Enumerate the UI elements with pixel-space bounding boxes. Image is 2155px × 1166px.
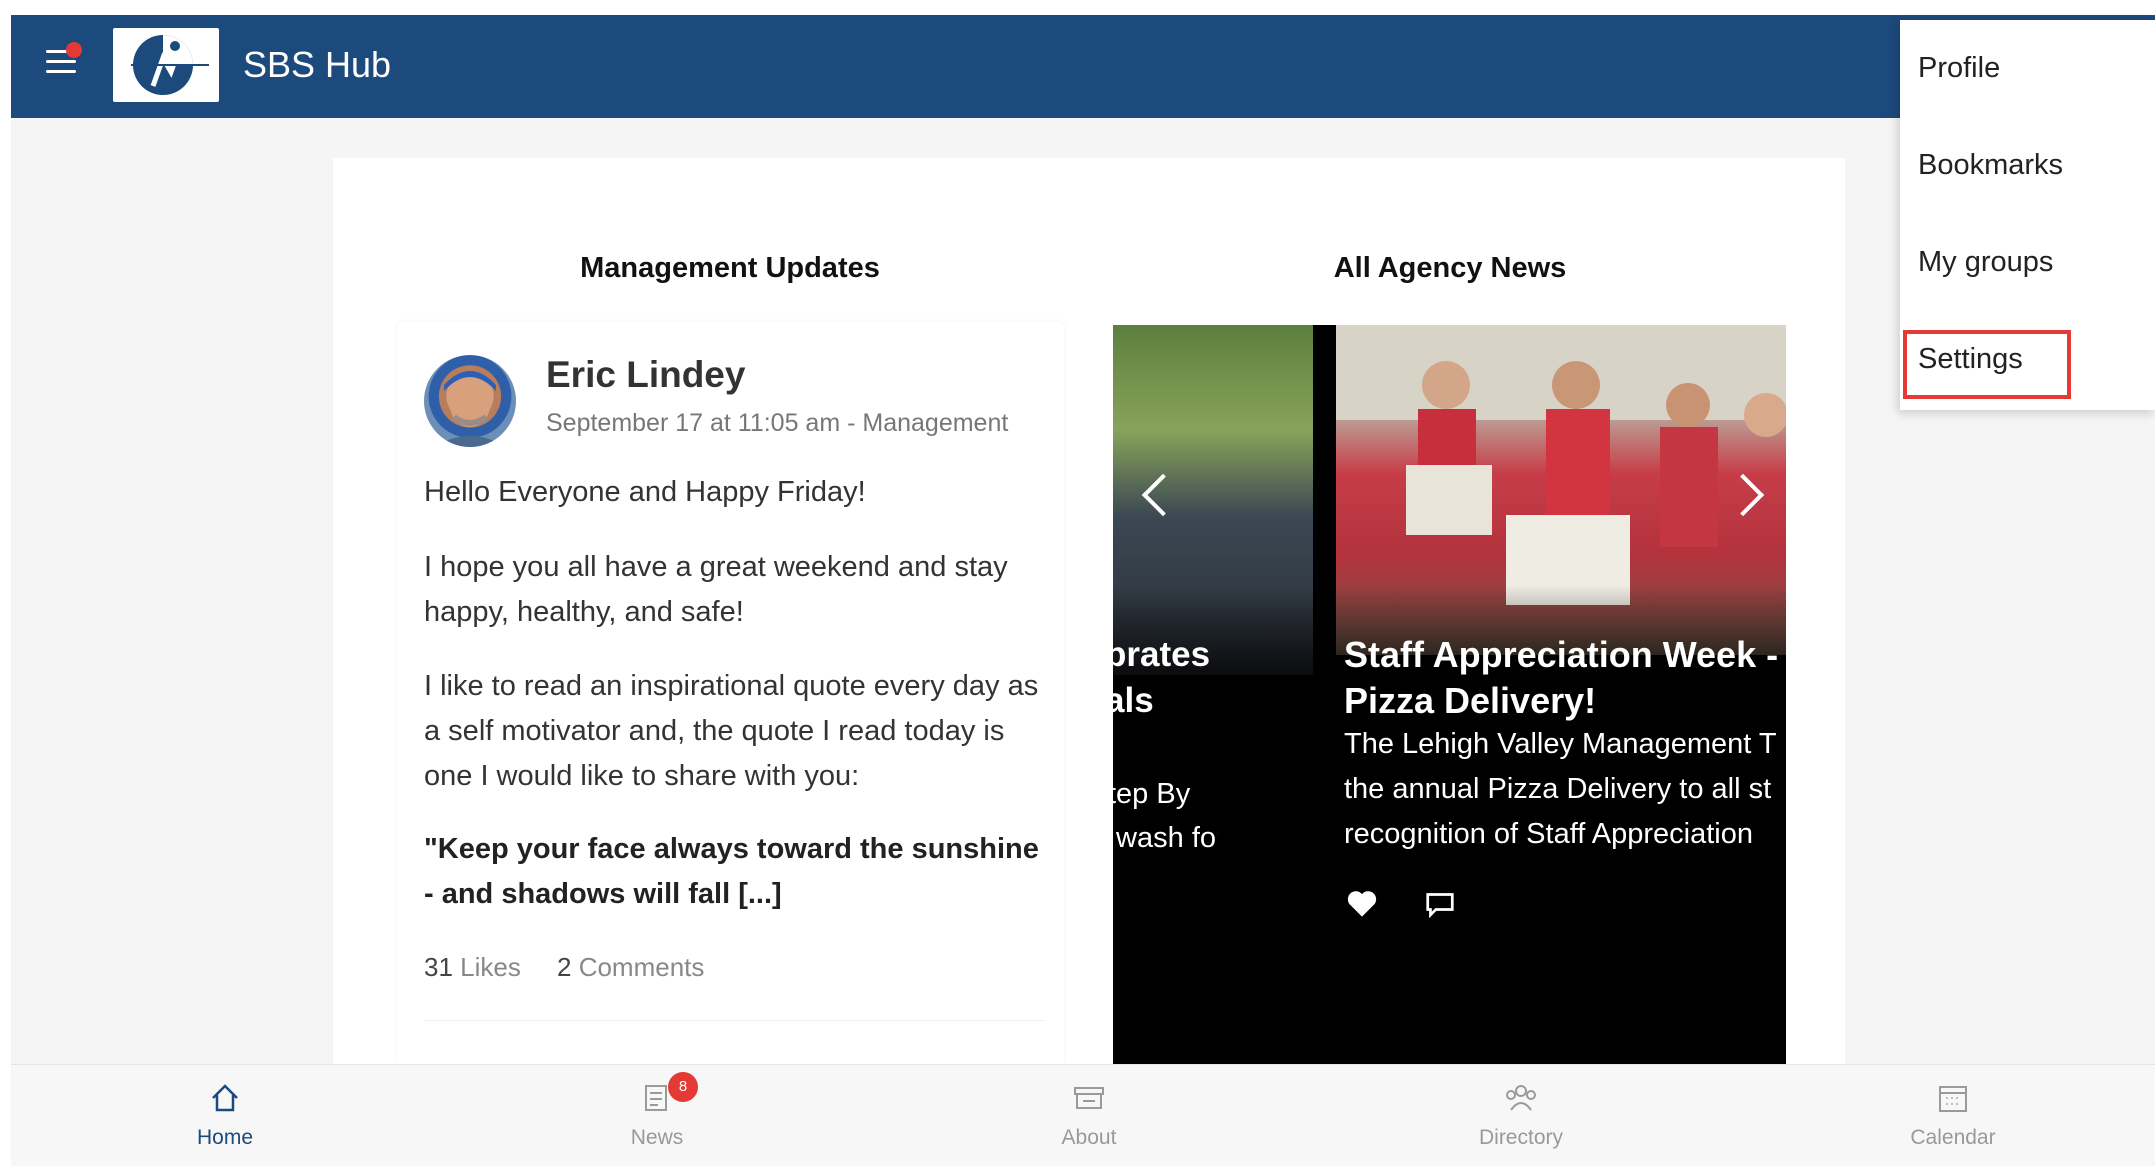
menu-bar-icon	[46, 70, 76, 73]
author-avatar[interactable]	[424, 355, 516, 447]
section-title-all-agency-news: All Agency News	[1333, 252, 1567, 284]
post-paragraph: I hope you all have a great weekend and …	[424, 551, 1008, 628]
menu-item-bookmarks[interactable]: Bookmarks	[1918, 149, 2063, 182]
post-author-name[interactable]: Eric Lindey	[546, 354, 745, 396]
app-title: SBS Hub	[243, 44, 392, 85]
post-divider	[424, 1020, 1044, 1021]
section-title-management-updates: Management Updates	[580, 252, 880, 284]
home-icon	[212, 1084, 238, 1112]
previous-slide-title[interactable]: brates als	[1105, 632, 1215, 724]
notification-dot-icon	[66, 42, 82, 58]
menu-bar-icon	[46, 60, 76, 63]
sbs-logo	[113, 28, 219, 102]
comment-icon[interactable]	[1423, 889, 1457, 919]
comments-count[interactable]: 2 Comments	[557, 952, 704, 982]
news-slide-excerpt: The Lehigh Valley Management T the annua…	[1344, 728, 1777, 850]
post-quote: "Keep your face always toward the sunshi…	[424, 833, 1039, 910]
hamburger-menu-button[interactable]	[46, 42, 82, 78]
about-icon	[1074, 1087, 1104, 1109]
nav-calendar[interactable]: Calendar	[1873, 1078, 2033, 1163]
menu-item-my-groups[interactable]: My groups	[1918, 246, 2053, 279]
nav-about[interactable]: About	[1009, 1078, 1169, 1163]
directory-icon	[1506, 1085, 1536, 1111]
nav-label: Home	[196, 1126, 254, 1149]
news-badge: 8	[668, 1072, 698, 1102]
post-meta: September 17 at 11:05 am - Management	[546, 409, 1009, 437]
post-stats: 31 Likes 2 Comments	[424, 952, 704, 983]
nav-directory[interactable]: Directory	[1441, 1078, 1601, 1163]
like-heart-icon[interactable]	[1344, 888, 1380, 918]
nav-label: Directory	[1478, 1126, 1563, 1149]
post-paragraph: Hello Everyone and Happy Friday!	[424, 476, 866, 508]
nav-label: News	[630, 1126, 684, 1149]
nav-news[interactable]: 8 News	[577, 1072, 737, 1163]
menu-item-profile[interactable]: Profile	[1918, 52, 2000, 85]
likes-count[interactable]: 31 Likes	[424, 952, 521, 982]
calendar-icon	[1939, 1086, 1967, 1112]
settings-highlight-box	[1903, 330, 2071, 399]
nav-home[interactable]: Home	[145, 1078, 305, 1163]
previous-slide-text: tep By wash for	[1108, 778, 1218, 854]
nav-label: Calendar	[1910, 1126, 1996, 1149]
post-paragraph: I like to read an inspirational quote ev…	[424, 670, 1039, 792]
news-slide-title[interactable]: Staff Appreciation Week - Pizza Delivery…	[1344, 632, 1786, 724]
nav-label: About	[1061, 1126, 1117, 1149]
